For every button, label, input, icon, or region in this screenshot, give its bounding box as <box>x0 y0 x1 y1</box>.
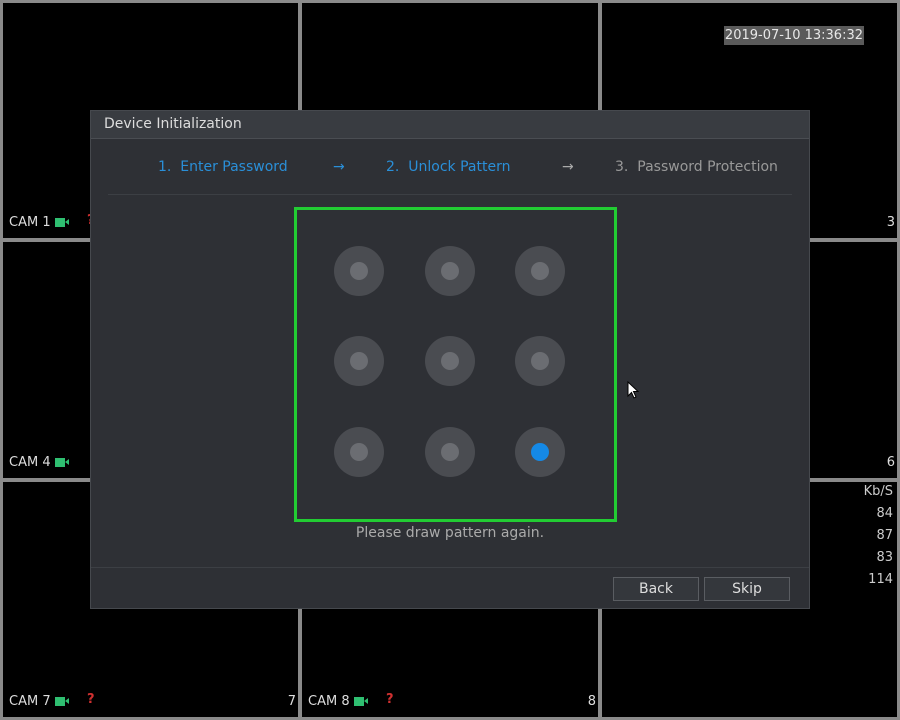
pattern-dot-center <box>531 262 549 280</box>
bitrate-unit: Kb/S <box>863 484 893 499</box>
pattern-dot-center <box>350 443 368 461</box>
mouse-cursor-icon <box>627 381 639 399</box>
bitrate-value: 87 <box>876 528 893 543</box>
camera-icon <box>54 697 69 706</box>
channel-number: 8 <box>587 694 596 709</box>
camera-icon <box>353 697 368 706</box>
camera-name: CAM 8 <box>308 694 350 709</box>
channel-number: 7 <box>287 694 296 709</box>
camera-label: CAM 8 <box>308 694 368 709</box>
step-unlock-pattern: 2. Unlock Pattern <box>386 159 511 175</box>
pattern-dot-6[interactable] <box>515 336 565 386</box>
pattern-dot-center <box>350 352 368 370</box>
dialog-title: Device Initialization <box>91 111 809 139</box>
pattern-dot-9[interactable] <box>515 427 565 477</box>
pattern-dot-center <box>531 443 549 461</box>
pattern-dot-4[interactable] <box>334 336 384 386</box>
arrow-icon: → <box>333 159 345 175</box>
arrow-icon: → <box>562 159 574 175</box>
camera-icon <box>54 458 69 467</box>
camera-name: CAM 1 <box>9 215 51 230</box>
timestamp: 2019-07-10 13:36:32 <box>723 26 864 45</box>
step-enter-password: 1. Enter Password <box>158 159 288 175</box>
pattern-dot-2[interactable] <box>425 246 475 296</box>
pattern-dot-7[interactable] <box>334 427 384 477</box>
channel-number: 3 <box>886 215 895 230</box>
pattern-dot-1[interactable] <box>334 246 384 296</box>
pattern-dot-center <box>441 262 459 280</box>
bitrate-value: 84 <box>876 506 893 521</box>
device-initialization-dialog: Device Initialization 1. Enter Password … <box>90 110 810 609</box>
pattern-dot-center <box>441 443 459 461</box>
camera-name: CAM 7 <box>9 694 51 709</box>
camera-name: CAM 4 <box>9 455 51 470</box>
divider <box>91 567 809 568</box>
pattern-dot-8[interactable] <box>425 427 475 477</box>
pattern-dot-center <box>441 352 459 370</box>
pattern-lock-area[interactable] <box>294 207 617 522</box>
bitrate-value: 83 <box>876 550 893 565</box>
pattern-dot-center <box>350 262 368 280</box>
back-button[interactable]: Back <box>613 577 699 601</box>
step-password-protection: 3. Password Protection <box>615 159 778 175</box>
pattern-message: Please draw pattern again. <box>355 525 545 541</box>
camera-label: CAM 7 <box>9 694 69 709</box>
divider <box>108 194 792 195</box>
alarm-question-icon: ? <box>386 692 394 707</box>
camera-label: CAM 1 <box>9 215 69 230</box>
camera-icon <box>54 218 69 227</box>
alarm-question-icon: ? <box>87 692 95 707</box>
channel-number: 6 <box>886 455 895 470</box>
pattern-dot-5[interactable] <box>425 336 475 386</box>
pattern-dot-center <box>531 352 549 370</box>
skip-button[interactable]: Skip <box>704 577 790 601</box>
pattern-dot-3[interactable] <box>515 246 565 296</box>
bitrate-value: 114 <box>868 572 893 587</box>
camera-label: CAM 4 <box>9 455 69 470</box>
